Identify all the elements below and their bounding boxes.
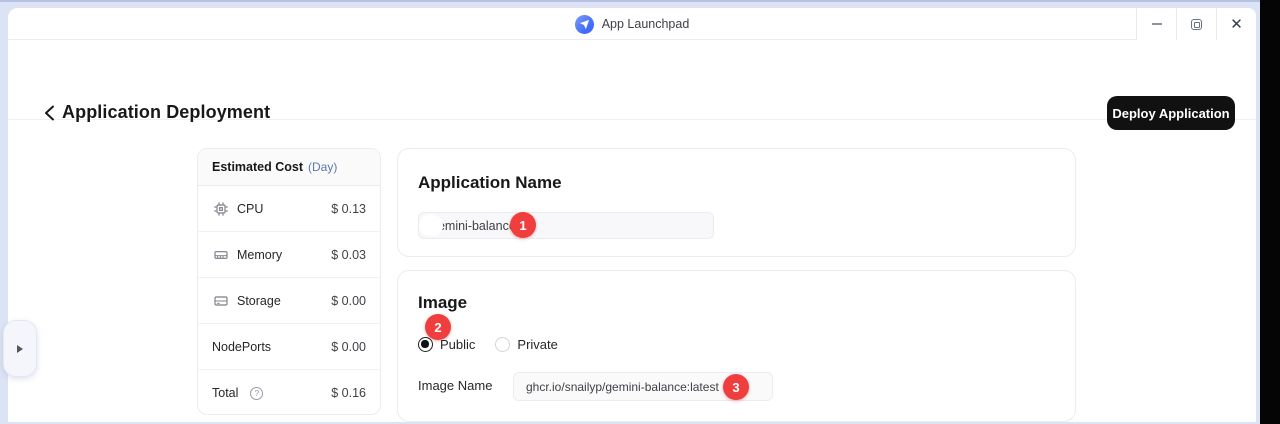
radio-option-public[interactable]: Public	[418, 337, 475, 352]
radio-label-private: Private	[517, 337, 557, 352]
radio-label-public: Public	[440, 337, 475, 352]
cost-value: $ 0.03	[331, 248, 366, 262]
cost-value: $ 0.00	[331, 294, 366, 308]
cost-panel-unit: (Day)	[308, 160, 337, 174]
sidebar-expand-handle[interactable]	[3, 320, 37, 377]
estimated-cost-panel: Estimated Cost (Day) CPU $ 0.13	[197, 148, 381, 415]
page-title: Application Deployment	[62, 102, 270, 123]
image-name-label: Image Name	[418, 378, 492, 393]
image-visibility-radio-group: Public Private	[418, 337, 558, 352]
cost-row-nodeports: NodePorts $ 0.00	[198, 324, 380, 370]
application-name-card: Application Name 1	[397, 148, 1076, 257]
app-launchpad-logo-icon	[575, 15, 594, 34]
maximize-icon	[1191, 19, 1202, 30]
close-icon: ✕	[1230, 17, 1243, 32]
titlebar-app-name: App Launchpad	[602, 17, 690, 31]
application-name-title: Application Name	[418, 173, 562, 193]
titlebar: App Launchpad ✕	[8, 8, 1256, 40]
cost-value: $ 0.00	[331, 340, 366, 354]
cost-panel-header: Estimated Cost (Day)	[198, 149, 380, 186]
annotation-badge-3: 3	[723, 374, 749, 400]
cost-label: NodePorts	[212, 340, 271, 354]
image-card: Image 2 Public Private Image Name 3	[397, 270, 1076, 422]
cost-label: Memory	[237, 248, 282, 262]
storage-icon	[212, 292, 229, 309]
screen-right-black-strip	[1260, 0, 1280, 424]
cost-label: CPU	[237, 202, 263, 216]
image-title: Image	[418, 293, 467, 313]
chevron-left-icon	[44, 105, 55, 121]
cost-label: Storage	[237, 294, 281, 308]
deploy-application-button[interactable]: Deploy Application	[1107, 96, 1235, 130]
total-value: $ 0.16	[331, 386, 366, 400]
chevron-right-icon	[17, 345, 23, 353]
radio-unselected-icon	[495, 337, 510, 352]
question-circle-icon[interactable]: ?	[250, 387, 263, 400]
annotation-badge-1: 1	[510, 212, 536, 238]
cost-value: $ 0.13	[331, 202, 366, 216]
cost-row-storage: Storage $ 0.00	[198, 278, 380, 324]
application-name-input[interactable]	[418, 212, 714, 239]
cost-row-total: Total ? $ 0.16	[198, 370, 380, 415]
desktop-frame: App Launchpad ✕ Application	[0, 0, 1260, 424]
back-button[interactable]	[38, 102, 60, 124]
window-controls: ✕	[1136, 8, 1256, 40]
titlebar-center: App Launchpad	[8, 8, 1256, 40]
cursor-highlight-overlay	[419, 215, 443, 236]
radio-option-private[interactable]: Private	[495, 337, 557, 352]
cost-row-cpu: CPU $ 0.13	[198, 186, 380, 232]
close-button[interactable]: ✕	[1216, 8, 1256, 40]
cost-row-memory: Memory $ 0.03	[198, 232, 380, 278]
total-label: Total	[212, 386, 238, 400]
cost-panel-title: Estimated Cost	[212, 160, 303, 174]
memory-icon	[212, 246, 229, 263]
minimize-button[interactable]	[1136, 8, 1176, 40]
radio-selected-icon	[418, 337, 433, 352]
cpu-icon	[212, 200, 229, 217]
app-window: App Launchpad ✕ Application	[8, 8, 1256, 422]
page-header: Application Deployment Deploy Applicatio…	[8, 40, 1256, 120]
maximize-button[interactable]	[1176, 8, 1216, 40]
frame-top-line	[0, 0, 1260, 2]
